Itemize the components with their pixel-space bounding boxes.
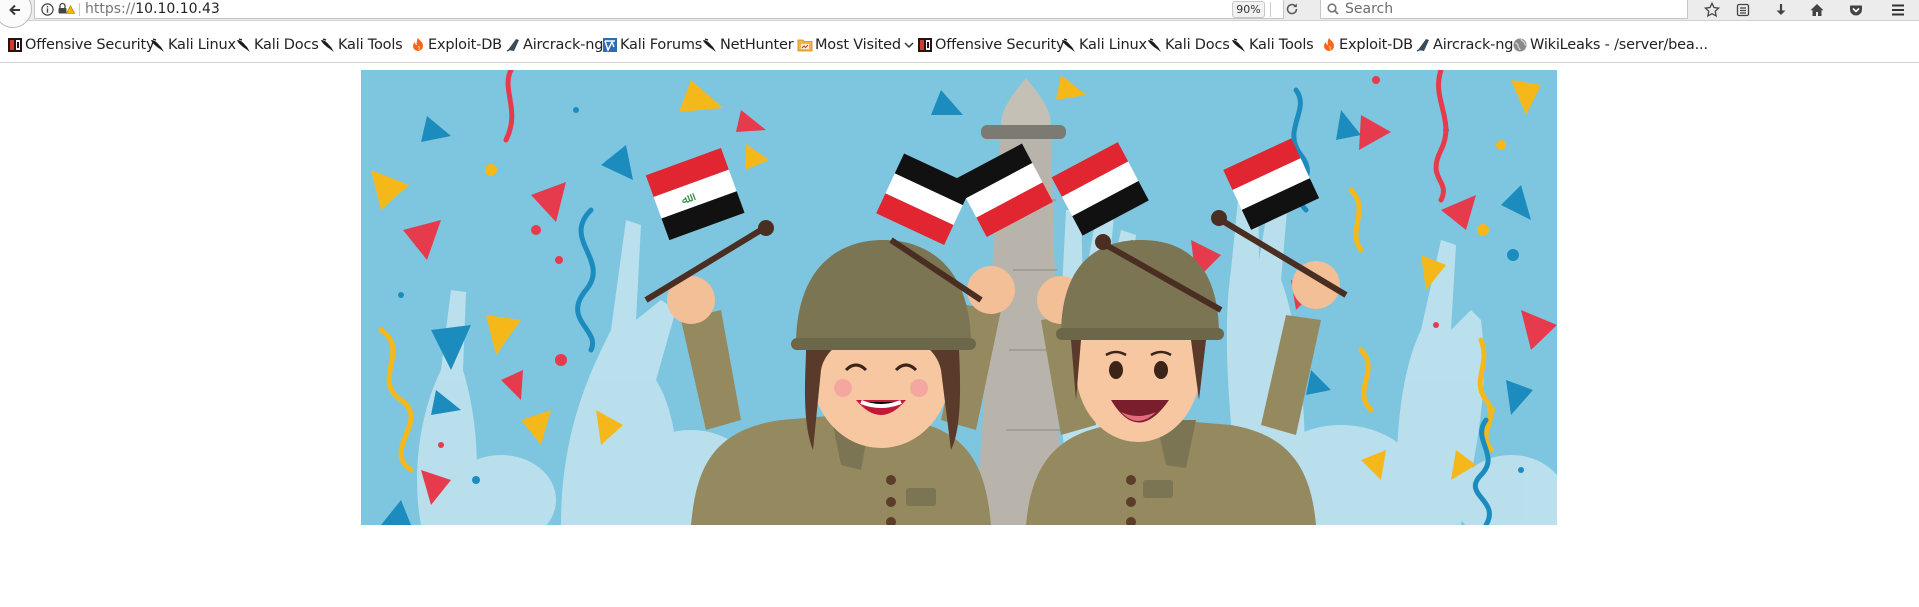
navigation-toolbar: https://10.10.10.43 90% [0, 0, 1919, 28]
bookmark-label: Kali Docs [254, 37, 319, 53]
info-icon[interactable] [41, 3, 54, 16]
toolbar-divider [0, 62, 1919, 63]
bookmark-nethunter[interactable]: NetHunter [702, 32, 794, 58]
back-button[interactable] [0, 0, 32, 28]
bookmark-label: Exploit-DB [1339, 37, 1413, 53]
bookmark-folder-most-visited[interactable]: Most Visited [797, 32, 914, 58]
warning-icon [66, 5, 75, 14]
bookmark-label: Aircrack-ng [523, 37, 604, 53]
bookmark-label: Kali Linux [1079, 37, 1147, 53]
url-host: 10.10.10.43 [135, 1, 220, 17]
bookmark-kali-docs-2[interactable]: Kali Docs [1147, 32, 1230, 58]
kali-dragon-icon [1062, 38, 1075, 52]
celebration-banner-image: ﷲ [361, 70, 1557, 525]
aircrack-icon [1416, 39, 1429, 52]
menu-icon[interactable] [1888, 1, 1908, 19]
bookmark-label: NetHunter [720, 37, 794, 53]
bookmarks-toolbar: Offensive Security Kali Linux Kali Docs … [0, 32, 1919, 58]
bookmark-aircrack-ng-2[interactable]: Aircrack-ng [1415, 32, 1513, 58]
reading-list-icon[interactable] [1733, 1, 1753, 19]
search-bar[interactable] [1320, 0, 1688, 19]
exploitdb-icon [1324, 38, 1334, 51]
bookmark-offensive-security[interactable]: Offensive Security [7, 32, 155, 58]
kali-dragon-icon [237, 38, 250, 52]
search-input[interactable] [1345, 0, 1675, 17]
url-scheme: https:// [85, 1, 136, 17]
star-icon[interactable] [1702, 1, 1722, 19]
kali-dragon-icon [1148, 38, 1161, 52]
globe-icon [1513, 38, 1527, 52]
bookmark-label: Offensive Security [935, 37, 1065, 53]
bookmark-kali-linux-2[interactable]: Kali Linux [1061, 32, 1147, 58]
url-text[interactable]: https://10.10.10.43 [85, 0, 220, 18]
bookmark-label: WikiLeaks - /server/bea... [1530, 37, 1708, 53]
bookmark-label: Kali Docs [1165, 37, 1230, 53]
bookmark-kali-tools[interactable]: Kali Tools [320, 32, 403, 58]
bookmark-label: Kali Linux [168, 37, 236, 53]
kali-dragon-icon [1232, 38, 1245, 52]
bookmark-label: Aircrack-ng [1433, 37, 1514, 53]
bookmark-label: Offensive Security [25, 37, 155, 53]
zoom-level-badge[interactable]: 90% [1232, 1, 1265, 18]
offsec-icon [918, 38, 932, 52]
reload-icon[interactable] [1285, 2, 1299, 16]
back-arrow-icon [9, 4, 20, 16]
bookmark-kali-docs[interactable]: Kali Docs [236, 32, 319, 58]
aircrack-icon [506, 39, 519, 52]
bookmark-kali-tools-2[interactable]: Kali Tools [1231, 32, 1314, 58]
home-icon[interactable] [1807, 1, 1827, 19]
kali-dragon-icon [151, 38, 164, 52]
bookmark-label: Kali Tools [1249, 37, 1314, 53]
bookmark-kali-forums[interactable]: Kali Forums [602, 32, 702, 58]
bookmark-aircrack-ng[interactable]: Aircrack-ng [505, 32, 603, 58]
download-icon[interactable] [1771, 1, 1791, 19]
offsec-icon [8, 38, 22, 52]
chevron-down-icon [904, 42, 914, 49]
bookmark-label: Exploit-DB [428, 37, 502, 53]
exploitdb-icon [413, 38, 423, 51]
kali-dragon-icon [321, 38, 334, 52]
most-visited-folder-icon [797, 39, 813, 52]
bookmark-exploit-db-2[interactable]: Exploit-DB [1321, 32, 1413, 58]
url-bar[interactable]: https://10.10.10.43 90% [34, 0, 1298, 19]
bookmark-exploit-db[interactable]: Exploit-DB [410, 32, 502, 58]
bookmark-label: Kali Tools [338, 37, 403, 53]
bookmark-wikileaks[interactable]: WikiLeaks - /server/bea... [1512, 32, 1708, 58]
bookmark-kali-linux[interactable]: Kali Linux [150, 32, 236, 58]
search-icon [1327, 3, 1339, 15]
bookmark-offensive-security-2[interactable]: Offensive Security [917, 32, 1065, 58]
pocket-icon[interactable] [1846, 1, 1866, 19]
bookmark-label: Kali Forums [620, 37, 703, 53]
kali-forums-icon [603, 38, 617, 52]
kali-dragon-icon [703, 38, 716, 52]
bookmark-label: Most Visited [815, 37, 901, 53]
